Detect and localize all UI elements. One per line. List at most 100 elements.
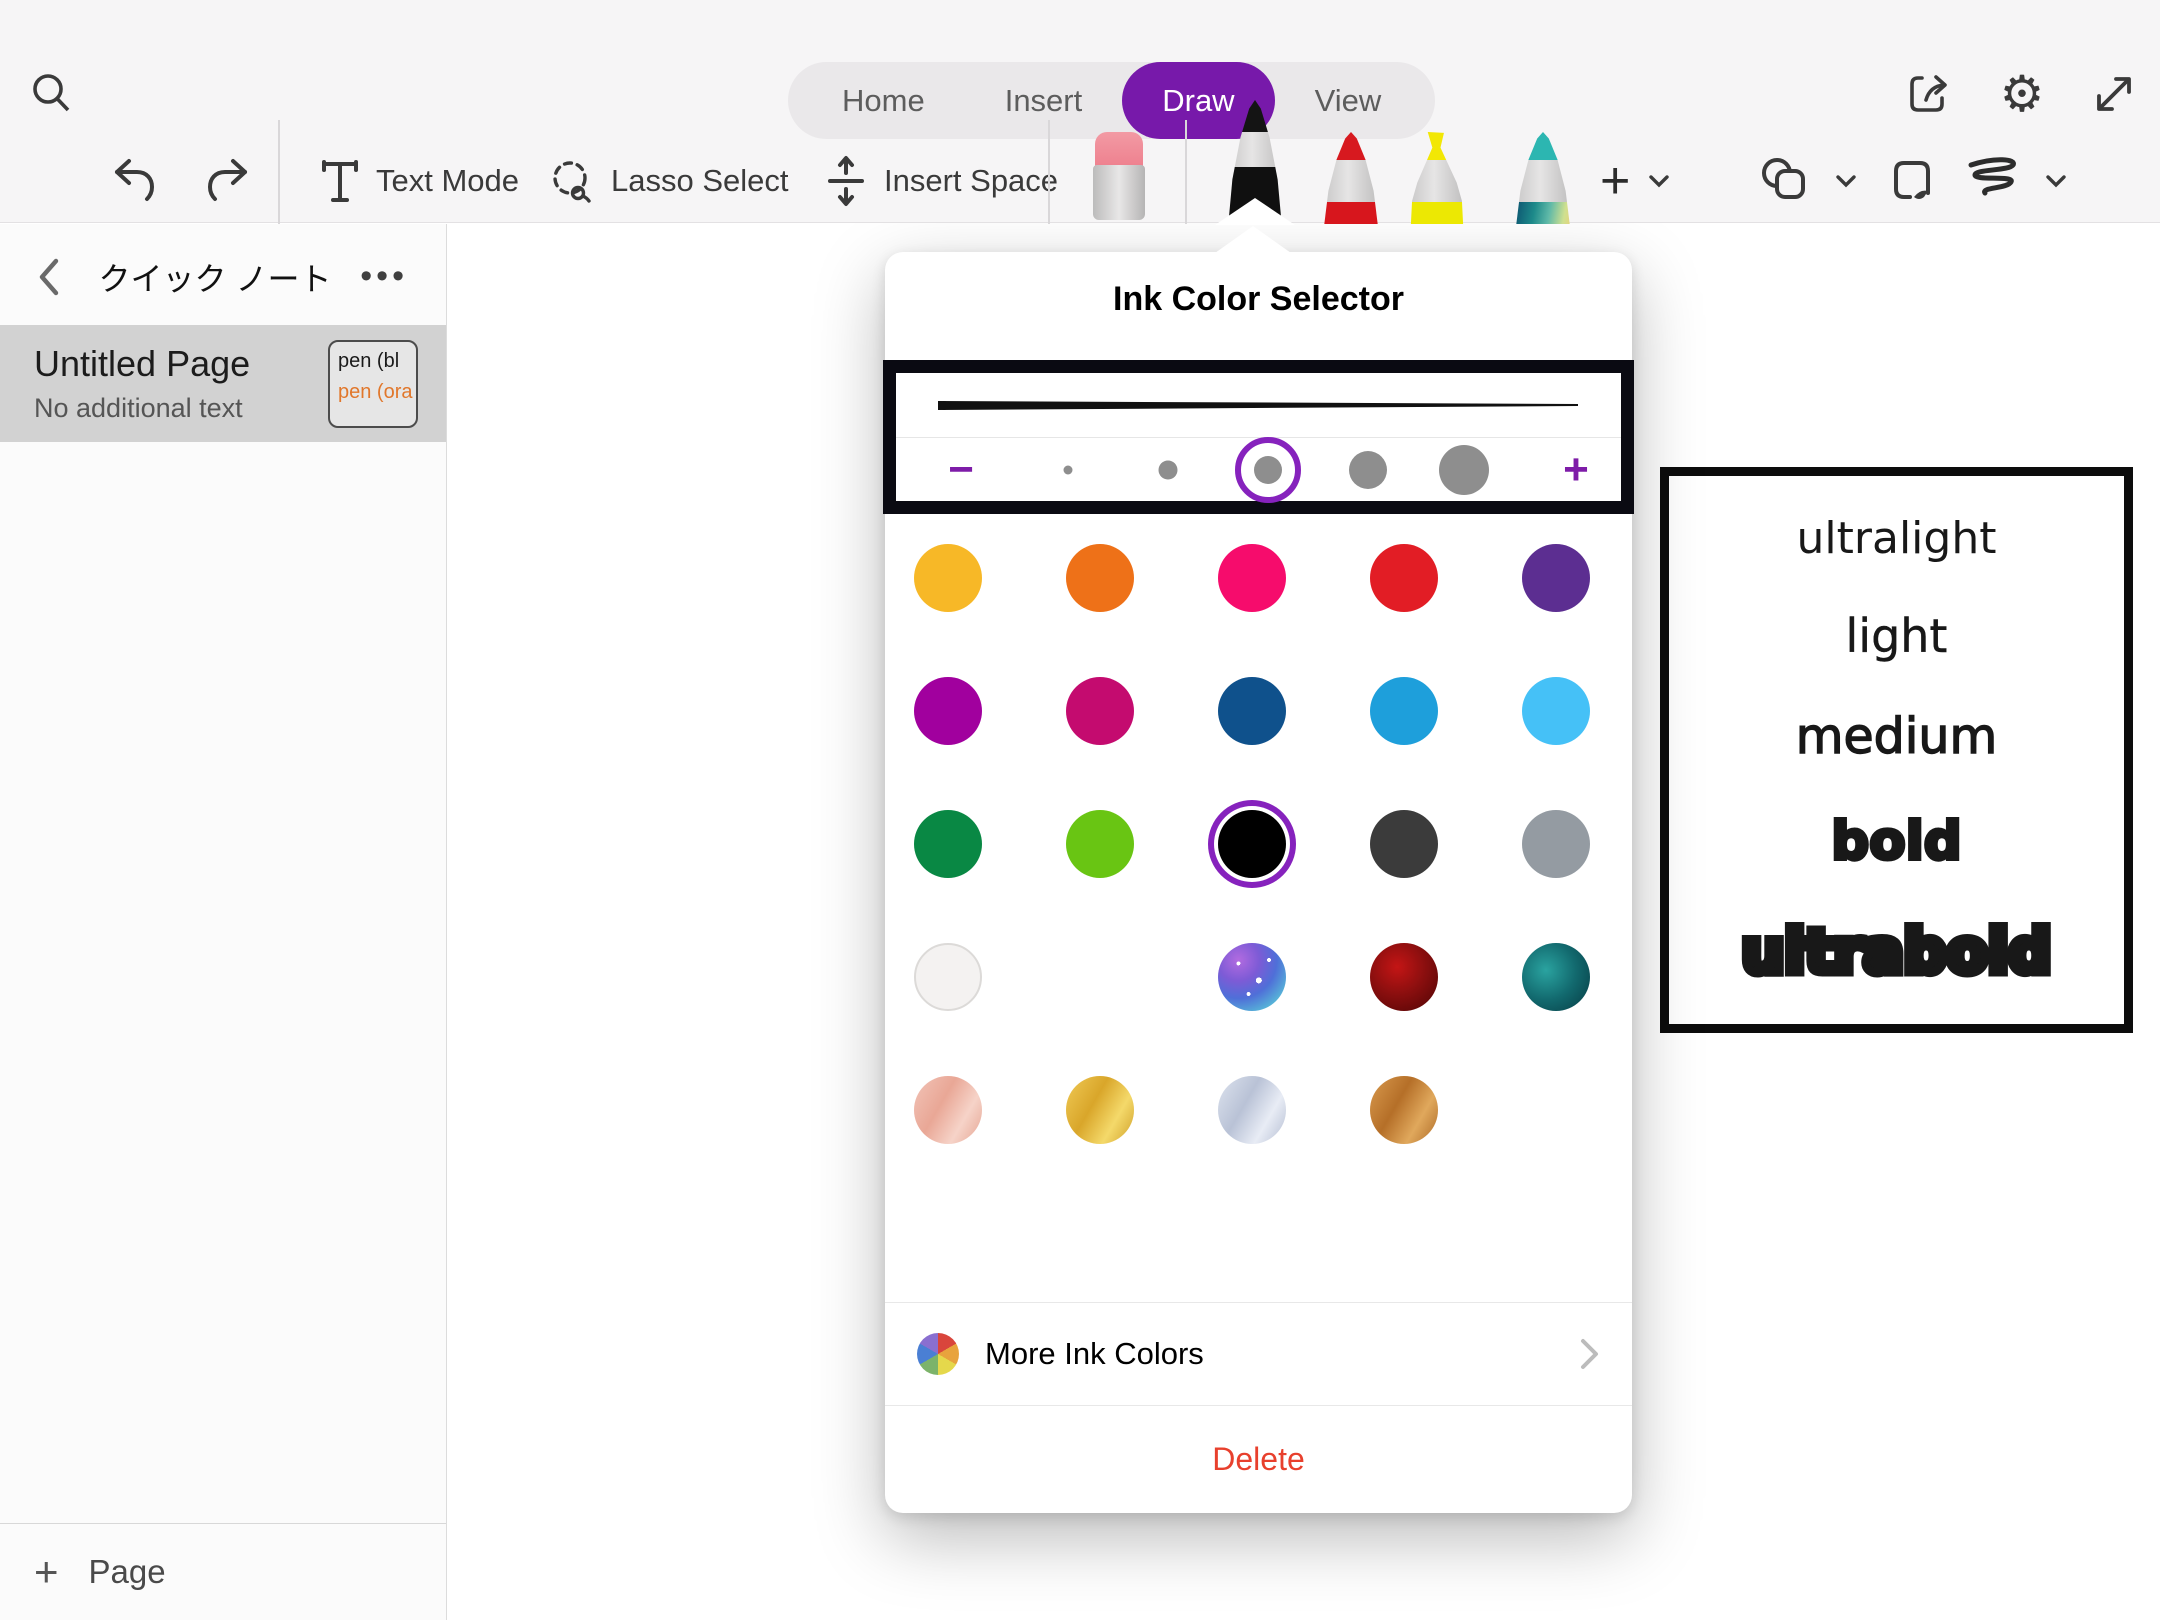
text-mode-icon bbox=[318, 156, 362, 206]
ink-sample-ultralight: ultralight bbox=[1797, 513, 1997, 564]
color-swatch-black[interactable] bbox=[1218, 810, 1286, 878]
shapes-button[interactable] bbox=[1755, 150, 1861, 212]
delete-pen-button[interactable]: Delete bbox=[885, 1405, 1632, 1513]
lasso-icon bbox=[545, 155, 597, 207]
pen-galaxy[interactable] bbox=[1514, 132, 1572, 224]
color-swatch-galaxy[interactable] bbox=[1218, 943, 1286, 1011]
plus-icon: + bbox=[1600, 151, 1630, 211]
gear-icon[interactable]: ⚙ bbox=[1994, 66, 2050, 122]
stroke-size-panel: − + bbox=[883, 360, 1634, 514]
decrease-size-button[interactable]: − bbox=[948, 445, 974, 495]
more-options-icon[interactable]: ••• bbox=[360, 257, 408, 296]
tab-home[interactable]: Home bbox=[802, 62, 965, 139]
stroke-width-preview bbox=[938, 393, 1578, 417]
color-swatch-dark-pink[interactable] bbox=[1066, 677, 1134, 745]
text-mode-button[interactable]: Text Mode bbox=[318, 150, 519, 212]
popup-title: Ink Color Selector bbox=[885, 280, 1632, 319]
page-thumbnail: pen (bl pen (ora bbox=[328, 340, 418, 428]
thumb-ink-line-black: pen (bl bbox=[338, 350, 416, 373]
color-swatch-pink[interactable] bbox=[1218, 544, 1286, 612]
ink-sample-medium: medium bbox=[1796, 708, 1997, 765]
toolbar-separator bbox=[1185, 120, 1187, 224]
add-page-button[interactable]: + Page bbox=[0, 1523, 446, 1620]
stroke-size-row: − + bbox=[896, 438, 1621, 501]
color-swatch-purple[interactable] bbox=[1522, 544, 1590, 612]
stroke-size-option-2[interactable] bbox=[1159, 460, 1178, 479]
add-pen-button[interactable]: + bbox=[1600, 150, 1674, 212]
redo-button[interactable] bbox=[200, 150, 252, 212]
tab-view[interactable]: View bbox=[1275, 62, 1422, 139]
share-icon[interactable] bbox=[1902, 66, 1958, 122]
top-toolbar: Home Insert Draw View ⚙ bbox=[0, 0, 2160, 223]
page-list-sidebar: クイック ノート ••• Untitled Page No additional… bbox=[0, 224, 447, 1620]
popup-arrow bbox=[1215, 226, 1291, 253]
color-swatch-light-green[interactable] bbox=[1066, 810, 1134, 878]
color-swatch-yellow[interactable] bbox=[914, 544, 982, 612]
page-title: Untitled Page bbox=[34, 343, 250, 385]
ink-sample-light: light bbox=[1846, 609, 1948, 663]
color-swatch-red[interactable] bbox=[1370, 544, 1438, 612]
stroke-size-option-4[interactable] bbox=[1349, 451, 1387, 489]
ribbon-tabs: Home Insert Draw View bbox=[788, 62, 1435, 139]
sidebar-header: クイック ノート ••• bbox=[0, 224, 446, 329]
toolbar-separator bbox=[278, 120, 280, 224]
add-page-label: Page bbox=[89, 1553, 166, 1591]
tab-insert[interactable]: Insert bbox=[965, 62, 1123, 139]
chevron-down-icon bbox=[2041, 170, 2071, 192]
stroke-size-option-3[interactable] bbox=[1254, 456, 1282, 484]
stroke-size-option-5[interactable] bbox=[1439, 445, 1489, 495]
notebook-title: クイック ノート bbox=[95, 254, 335, 300]
color-swatch-gray[interactable] bbox=[1522, 810, 1590, 878]
color-swatch-dark-gray[interactable] bbox=[1370, 810, 1438, 878]
note-pen-icon bbox=[1888, 153, 1946, 209]
more-ink-colors-label: More Ink Colors bbox=[985, 1336, 1204, 1372]
ink-sample-ultrabold: ultrabold bbox=[1742, 917, 2052, 987]
color-wheel-icon bbox=[917, 1333, 959, 1375]
stroke-size-option-1[interactable] bbox=[1064, 465, 1073, 474]
scribble-icon bbox=[1965, 155, 2027, 207]
ink-annotate-button[interactable] bbox=[1888, 150, 1946, 212]
toolbar-separator bbox=[1048, 120, 1050, 224]
delete-label: Delete bbox=[1212, 1441, 1305, 1478]
back-chevron-icon[interactable] bbox=[32, 255, 66, 299]
chevron-down-icon bbox=[1644, 170, 1674, 192]
color-swatch-dark-blue[interactable] bbox=[1218, 677, 1286, 745]
thumb-ink-line-orange: pen (ora bbox=[338, 381, 416, 404]
color-swatch-gold[interactable] bbox=[1066, 1076, 1134, 1144]
color-swatch-teal-texture[interactable] bbox=[1522, 943, 1590, 1011]
increase-size-button[interactable]: + bbox=[1563, 445, 1589, 495]
insert-space-label: Insert Space bbox=[884, 163, 1058, 199]
lasso-select-button[interactable]: Lasso Select bbox=[545, 150, 789, 212]
highlighter-yellow[interactable] bbox=[1408, 132, 1466, 224]
expand-icon[interactable] bbox=[2086, 66, 2142, 122]
shapes-icon bbox=[1755, 153, 1817, 209]
color-swatch-magenta-purple[interactable] bbox=[914, 677, 982, 745]
more-ink-colors-button[interactable]: More Ink Colors bbox=[885, 1302, 1632, 1405]
color-swatch-light-blue[interactable] bbox=[1522, 677, 1590, 745]
eraser[interactable] bbox=[1093, 132, 1145, 220]
pen-red[interactable] bbox=[1322, 132, 1380, 224]
color-swatch-bronze[interactable] bbox=[1370, 1076, 1438, 1144]
color-swatch-orange[interactable] bbox=[1066, 544, 1134, 612]
page-list-item-selected[interactable]: Untitled Page No additional text pen (bl… bbox=[0, 325, 446, 442]
color-swatch-rainbow-glitter[interactable] bbox=[1066, 943, 1134, 1011]
ink-color-grid bbox=[885, 514, 1632, 1214]
popup-arrow-notch bbox=[1215, 198, 1295, 225]
color-swatch-silver[interactable] bbox=[1218, 1076, 1286, 1144]
undo-button[interactable] bbox=[110, 150, 162, 212]
color-swatch-white[interactable] bbox=[914, 943, 982, 1011]
lasso-select-label: Lasso Select bbox=[611, 163, 789, 199]
color-swatch-dark-red-marble[interactable] bbox=[1370, 943, 1438, 1011]
insert-space-icon bbox=[822, 155, 870, 207]
color-swatch-green[interactable] bbox=[914, 810, 982, 878]
text-mode-label: Text Mode bbox=[376, 163, 519, 199]
chevron-right-icon bbox=[1576, 1335, 1602, 1373]
ink-color-selector-popup: Ink Color Selector − + More Ink Colors D… bbox=[885, 252, 1632, 1513]
ink-to-shape-button[interactable] bbox=[1965, 150, 2071, 212]
color-swatch-rose-gold[interactable] bbox=[914, 1076, 982, 1144]
chevron-down-icon bbox=[1831, 170, 1861, 192]
search-icon[interactable] bbox=[26, 68, 78, 120]
ink-sample-bold: bold bbox=[1831, 811, 1961, 872]
insert-space-button[interactable]: Insert Space bbox=[822, 150, 1058, 212]
color-swatch-blue[interactable] bbox=[1370, 677, 1438, 745]
